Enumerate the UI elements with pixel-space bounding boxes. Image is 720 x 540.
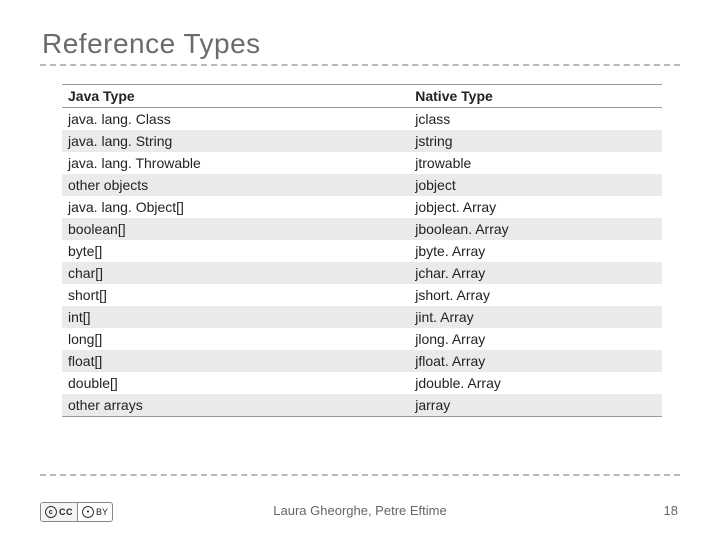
table-row: boolean[]jboolean. Array [62,218,662,240]
footer-divider [40,474,680,476]
table-cell: jtrowable [409,152,662,174]
table-row: float[]jfloat. Array [62,350,662,372]
table-cell: jshort. Array [409,284,662,306]
table-cell: float[] [62,350,409,372]
table-cell: jobject [409,174,662,196]
table-cell: short[] [62,284,409,306]
table-cell: other arrays [62,394,409,417]
table-cell: jfloat. Array [409,350,662,372]
table-cell: long[] [62,328,409,350]
table-cell: double[] [62,372,409,394]
table-cell: jobject. Array [409,196,662,218]
table-cell: jstring [409,130,662,152]
page-title: Reference Types [42,28,680,60]
table-cell: java. lang. String [62,130,409,152]
table-cell: java. lang. Class [62,108,409,131]
table-row: other arraysjarray [62,394,662,417]
table-row: java. lang. Classjclass [62,108,662,131]
col-native-type: Native Type [409,85,662,108]
table-row: short[]jshort. Array [62,284,662,306]
table-cell: jbyte. Array [409,240,662,262]
table-row: java. lang. Stringjstring [62,130,662,152]
table-cell: jint. Array [409,306,662,328]
table-cell: jdouble. Array [409,372,662,394]
table-row: java. lang. Throwablejtrowable [62,152,662,174]
table-row: char[]jchar. Array [62,262,662,284]
authors: Laura Gheorghe, Petre Eftime [0,503,720,518]
table-row: byte[]jbyte. Array [62,240,662,262]
table-row: java. lang. Object[]jobject. Array [62,196,662,218]
table-cell: jlong. Array [409,328,662,350]
table-row: double[]jdouble. Array [62,372,662,394]
table-row: long[]jlong. Array [62,328,662,350]
table-cell: jchar. Array [409,262,662,284]
col-java-type: Java Type [62,85,409,108]
table-cell: java. lang. Object[] [62,196,409,218]
table-body: java. lang. Classjclassjava. lang. Strin… [62,108,662,417]
table-row: int[]jint. Array [62,306,662,328]
page-number: 18 [664,503,678,518]
table-cell: boolean[] [62,218,409,240]
title-divider [40,64,680,66]
table-cell: jboolean. Array [409,218,662,240]
reference-types-table: Java Type Native Type java. lang. Classj… [62,84,662,417]
table-cell: java. lang. Throwable [62,152,409,174]
table-cell: other objects [62,174,409,196]
table-cell: char[] [62,262,409,284]
table-cell: jarray [409,394,662,417]
table-cell: jclass [409,108,662,131]
table-row: other objectsjobject [62,174,662,196]
table-cell: byte[] [62,240,409,262]
table-header-row: Java Type Native Type [62,85,662,108]
slide: Reference Types Java Type Native Type ja… [0,0,720,540]
table-cell: int[] [62,306,409,328]
